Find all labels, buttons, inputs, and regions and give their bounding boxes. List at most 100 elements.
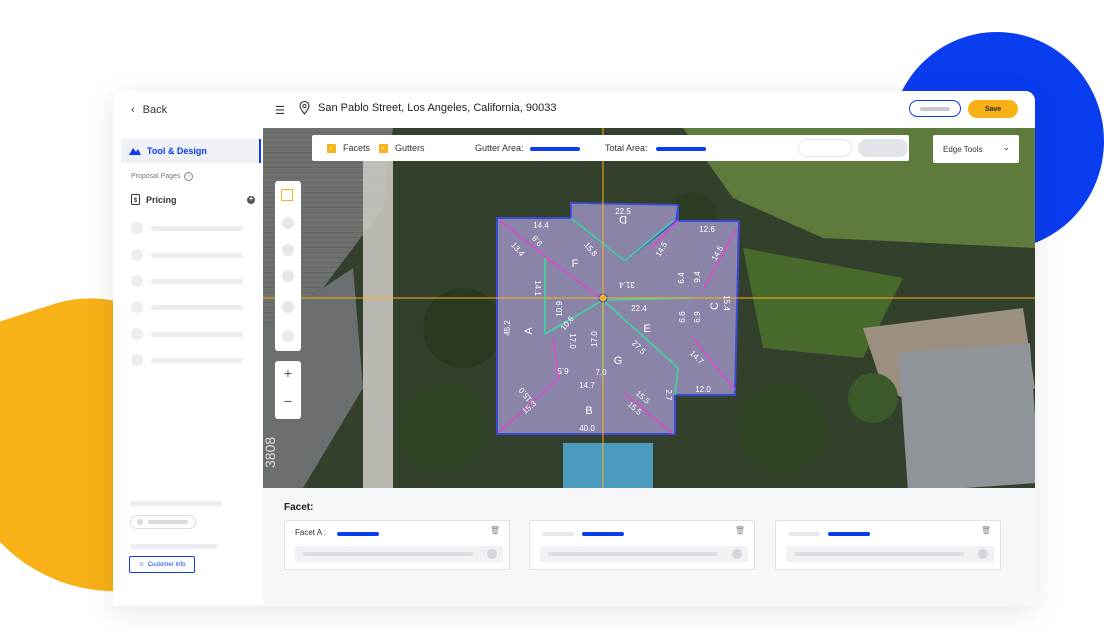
gutters-label: Gutters xyxy=(395,143,425,153)
facets-label: Facets xyxy=(343,143,371,153)
drawing-tools-panel xyxy=(275,181,301,351)
edge-tools-dropdown[interactable]: Edge Tools ⌄ xyxy=(933,135,1019,163)
secondary-action-button[interactable] xyxy=(909,100,961,117)
facet-card-value xyxy=(337,532,379,536)
back-button[interactable]: ‹ Back xyxy=(131,104,167,116)
facet-card-label: Facet A : xyxy=(295,528,327,537)
facet-card-field[interactable] xyxy=(295,546,503,562)
tool-button[interactable] xyxy=(282,244,294,256)
sidebar: ‹ Back Tool & Design Proposal Pages i $ … xyxy=(113,91,264,606)
facet-card[interactable]: 🗑 xyxy=(775,520,1001,570)
chevron-left-icon: ‹ xyxy=(131,104,135,116)
edge-label: 45.2 xyxy=(503,320,512,336)
sidebar-item-label: Tool & Design xyxy=(147,146,207,156)
edge-label: 15.4 xyxy=(722,295,731,311)
edge-label: 40.0 xyxy=(579,424,595,433)
trash-icon[interactable]: 🗑 xyxy=(490,526,500,535)
map-canvas: 3808 A B C D E F G 14.4 22.5 12.6 13.4 9… xyxy=(263,128,1035,488)
total-area-value xyxy=(656,147,706,151)
edge-label: 10.9 xyxy=(555,301,564,317)
edge-label: 12.6 xyxy=(699,225,715,234)
save-button[interactable]: Save xyxy=(968,100,1018,118)
info-icon[interactable]: i xyxy=(184,172,194,181)
zoom-out-button[interactable]: − xyxy=(275,393,301,409)
tool-button[interactable] xyxy=(282,217,294,229)
sidebar-item-pricing[interactable]: $ Pricing + xyxy=(131,194,255,205)
tool-button[interactable] xyxy=(282,301,294,313)
select-area-icon[interactable] xyxy=(281,189,293,201)
edge-label: 2.7 xyxy=(664,389,673,401)
placeholder-row xyxy=(131,354,243,366)
facet-card-value xyxy=(828,532,870,536)
facet-card-placeholder xyxy=(788,532,820,536)
edge-label: 14.7 xyxy=(579,381,595,390)
edge-label: 14.1 xyxy=(533,280,542,296)
svg-text:$: $ xyxy=(134,198,138,204)
user-icon: ☺ xyxy=(138,561,145,568)
facet-label: F xyxy=(572,258,579,270)
satellite-map[interactable]: 3808 A B C D E F G 14.4 22.5 12.6 13.4 9… xyxy=(263,128,1035,488)
facet-card-placeholder xyxy=(542,532,574,536)
chevron-down-icon: ⌄ xyxy=(1002,142,1010,152)
sidebar-item-label: Pricing xyxy=(146,194,177,205)
total-area-label: Total Area: xyxy=(605,143,648,153)
edge-label: 22.5 xyxy=(615,207,631,216)
back-label: Back xyxy=(142,104,168,116)
edge-label: 6.4 xyxy=(677,272,686,284)
facet-card-field[interactable] xyxy=(786,546,994,562)
gutters-checkbox[interactable]: ✓ xyxy=(379,144,388,153)
edge-label: 17.0 xyxy=(568,333,577,349)
facet-label: C xyxy=(709,302,721,310)
street-number: 3808 xyxy=(263,437,278,468)
facet-label: B xyxy=(585,405,592,417)
edge-label: 6.9 xyxy=(693,311,702,323)
proposal-pages-heading: Proposal Pages i xyxy=(131,172,194,181)
gutter-area-value xyxy=(530,147,580,151)
app-window: ‹ Back Tool & Design Proposal Pages i $ … xyxy=(113,91,1035,606)
project-address: San Pablo Street, Los Angeles, Californi… xyxy=(318,102,557,114)
placeholder-row xyxy=(131,328,243,340)
toolbar-toggle-option[interactable] xyxy=(858,139,908,157)
tool-button[interactable] xyxy=(282,270,294,282)
facet-panel: Facet: Facet A : 🗑 🗑 🗑 xyxy=(263,488,1035,606)
sidebar-item-tool-design[interactable]: Tool & Design xyxy=(121,139,261,163)
trash-icon[interactable]: 🗑 xyxy=(735,526,745,535)
zoom-controls: + − xyxy=(275,361,301,419)
add-page-icon[interactable]: + xyxy=(247,196,255,204)
location-pin-icon xyxy=(299,101,310,115)
placeholder-bar xyxy=(130,501,222,506)
facet-card-field[interactable] xyxy=(540,546,748,562)
toolbar-toggle-option[interactable] xyxy=(798,139,852,157)
placeholder-row xyxy=(131,249,243,261)
document-dollar-icon: $ xyxy=(131,194,140,205)
placeholder-pill[interactable] xyxy=(130,515,196,529)
zoom-in-button[interactable]: + xyxy=(275,365,301,381)
facets-checkbox[interactable]: ✓ xyxy=(327,144,336,153)
placeholder-bar xyxy=(130,544,218,549)
roof-icon xyxy=(129,148,141,155)
gutter-area-label: Gutter Area: xyxy=(475,143,524,153)
edge-label: 6.5 xyxy=(557,366,569,375)
header: ☰ San Pablo Street, Los Angeles, Califor… xyxy=(263,91,1035,128)
edge-label: 14.4 xyxy=(533,221,549,230)
edge-label: 12.0 xyxy=(695,385,711,394)
facet-card[interactable]: 🗑 xyxy=(529,520,755,570)
edge-label: 7.0 xyxy=(595,368,607,377)
facet-card[interactable]: Facet A : 🗑 xyxy=(284,520,510,570)
edge-label: 6.6 xyxy=(678,311,687,323)
facet-panel-title: Facet: xyxy=(284,502,314,513)
customer-info-button[interactable]: ☺ Customer Info xyxy=(129,556,195,573)
edge-label: 17.0 xyxy=(590,331,599,347)
placeholder-row xyxy=(131,275,243,287)
trash-icon[interactable]: 🗑 xyxy=(981,526,991,535)
edge-label: 22.4 xyxy=(631,304,647,313)
placeholder-row xyxy=(131,301,243,313)
facet-label: E xyxy=(643,323,650,335)
tool-button[interactable] xyxy=(282,330,294,342)
menu-icon[interactable]: ☰ xyxy=(275,104,285,117)
facet-card-value xyxy=(582,532,624,536)
facet-label: A xyxy=(523,327,535,335)
edge-label: 9.4 xyxy=(693,271,702,283)
placeholder-row xyxy=(131,222,243,234)
facet-label: G xyxy=(614,355,623,367)
